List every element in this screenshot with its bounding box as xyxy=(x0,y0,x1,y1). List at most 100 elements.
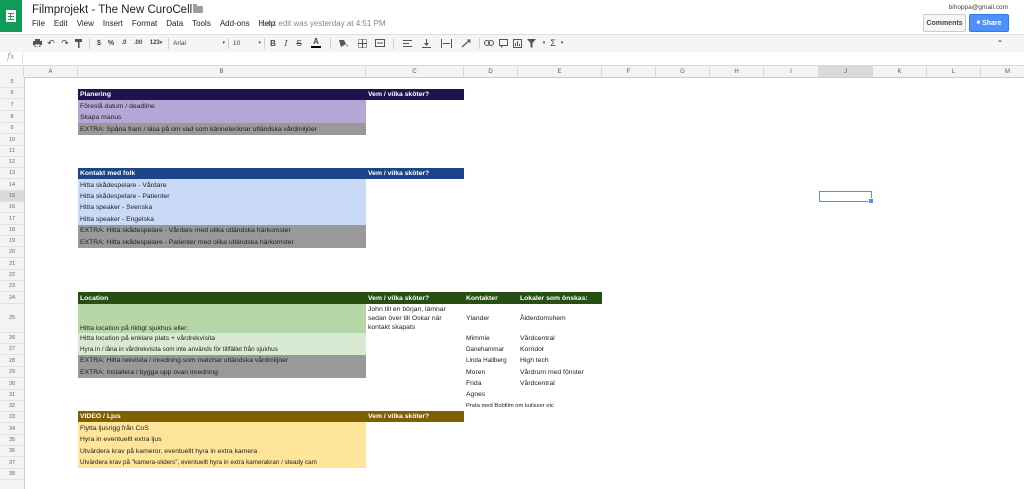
planering-item[interactable]: Föreslå datum / deadline xyxy=(78,100,366,112)
select-all-corner[interactable] xyxy=(0,66,24,77)
font-size-select[interactable]: 10 ▾ xyxy=(233,37,261,49)
row-header[interactable]: 27 xyxy=(0,344,24,355)
menu-view[interactable]: View xyxy=(77,19,94,28)
insert-link-icon[interactable] xyxy=(483,37,495,49)
column-header-h[interactable]: H xyxy=(710,66,764,77)
menu-tools[interactable]: Tools xyxy=(192,19,211,28)
kontakt-who-header[interactable]: Vem / vilka sköter? xyxy=(366,168,464,179)
column-header-m[interactable]: M xyxy=(981,66,1024,77)
row-header[interactable]: 36 xyxy=(0,446,24,457)
location-extra-item[interactable]: EXTRA: Hitta rekvisita / inredning som m… xyxy=(78,355,366,366)
row-header[interactable]: 19 xyxy=(0,236,24,247)
kontakt-item[interactable]: Hitta speaker - Engelska xyxy=(78,213,366,225)
location-contacts-header[interactable]: Kontakter xyxy=(464,292,518,304)
font-family-select[interactable]: Arial ▾ xyxy=(173,37,225,49)
row-header[interactable]: 17 xyxy=(0,213,24,225)
row-header[interactable]: 16 xyxy=(0,202,24,213)
fill-handle[interactable] xyxy=(868,198,874,204)
video-item[interactable]: Utvärdera krav på "kamera-sliders", even… xyxy=(78,457,366,468)
column-header-j[interactable]: J xyxy=(819,66,873,77)
kontakt-header[interactable]: Kontakt med folk xyxy=(78,168,366,179)
chevron-down-icon[interactable]: ▾ xyxy=(558,37,566,49)
increase-decimals-button[interactable]: .00 xyxy=(131,37,145,49)
contact-name[interactable]: Mimmie xyxy=(464,333,518,344)
user-email[interactable]: bihoppa@gmail.com xyxy=(949,4,1008,11)
row-header[interactable]: 24 xyxy=(0,292,24,304)
filter-icon[interactable] xyxy=(525,37,537,49)
row-header[interactable]: 32 xyxy=(0,401,24,412)
video-item[interactable]: Hyra in eventuellt extra ljus xyxy=(78,434,366,445)
horizontal-align-icon[interactable] xyxy=(399,37,415,49)
menu-format[interactable]: Format xyxy=(132,19,157,28)
row-header[interactable]: 26 xyxy=(0,333,24,344)
kontakt-item[interactable]: Hitta skådespelare - Patienter xyxy=(78,191,366,202)
contact-name[interactable]: Linda Hallberg xyxy=(464,355,518,366)
menu-edit[interactable]: Edit xyxy=(54,19,68,28)
bold-button[interactable]: B xyxy=(268,37,278,49)
location-who-note[interactable]: John till en början, lämnar sedan över t… xyxy=(368,305,464,332)
decrease-decimals-button[interactable]: .0 xyxy=(118,37,130,49)
text-color-button[interactable]: A xyxy=(308,37,324,49)
row-header[interactable]: 23 xyxy=(0,281,24,292)
contact-name[interactable]: Ylander xyxy=(464,313,518,324)
vertical-align-icon[interactable] xyxy=(418,37,434,49)
row-header[interactable]: 6 xyxy=(0,88,24,99)
row-header[interactable]: 18 xyxy=(0,225,24,236)
contact-note[interactable]: Prata med Bobfilm om kulisser etc xyxy=(464,400,554,411)
row-header[interactable]: 9 xyxy=(0,123,24,134)
column-header-c[interactable]: C xyxy=(366,66,464,77)
last-edit-status[interactable]: Last edit was yesterday at 4:51 PM xyxy=(261,19,386,28)
contact-name[interactable]: Agnes xyxy=(464,389,518,400)
column-header-d[interactable]: D xyxy=(464,66,518,77)
fill-color-icon[interactable] xyxy=(335,37,351,49)
location-venues-header[interactable]: Lokaler som önskas: xyxy=(518,292,602,304)
location-item[interactable]: Hyra in / låna in vårdrekvisita som inte… xyxy=(78,344,366,355)
menu-addons[interactable]: Add-ons xyxy=(220,19,250,28)
video-header[interactable]: VIDEO / Ljus xyxy=(78,411,366,422)
row-header[interactable]: 10 xyxy=(0,134,24,146)
venue-name[interactable]: Vårdcentral xyxy=(518,333,602,344)
planering-item[interactable]: Skapa manus xyxy=(78,112,366,123)
undo-icon[interactable]: ↶ xyxy=(45,37,57,49)
video-item[interactable]: Utvärdera krav på kameror, eventuellt hy… xyxy=(78,445,366,457)
merge-cells-icon[interactable] xyxy=(373,37,387,49)
strikethrough-button[interactable]: S xyxy=(294,37,304,49)
column-header-i[interactable]: I xyxy=(764,66,819,77)
contact-name[interactable]: Frida xyxy=(464,378,518,389)
text-rotation-icon[interactable] xyxy=(458,37,474,49)
row-header[interactable]: 14 xyxy=(0,179,24,191)
collapse-menus-icon[interactable]: ⌃ xyxy=(994,37,1006,49)
column-header-b[interactable]: B xyxy=(78,66,366,77)
planering-who-header[interactable]: Vem / vilka sköter? xyxy=(366,89,464,100)
video-who-header[interactable]: Vem / vilka sköter? xyxy=(366,411,464,422)
row-header[interactable]: 20 xyxy=(0,247,24,258)
sheets-logo-icon[interactable] xyxy=(0,0,22,32)
italic-button[interactable]: I xyxy=(281,37,291,49)
location-item[interactable]: Hitta location på riktigt sjukhus eller: xyxy=(78,304,366,333)
column-header-e[interactable]: E xyxy=(518,66,602,77)
row-header[interactable]: 22 xyxy=(0,270,24,281)
kontakt-extra-item[interactable]: EXTRA: Hitta skådespelare - Patienter me… xyxy=(78,236,366,248)
row-header[interactable]: 21 xyxy=(0,258,24,270)
kontakt-extra-item[interactable]: EXTRA: Hitta skådespelare - Vårdare med … xyxy=(78,225,366,236)
venue-name[interactable]: High tech xyxy=(518,355,602,366)
insert-chart-icon[interactable] xyxy=(511,37,523,49)
location-extra-item[interactable]: EXTRA: Installera / bygga upp ovan inred… xyxy=(78,366,366,378)
column-header-f[interactable]: F xyxy=(602,66,656,77)
row-header[interactable]: 30 xyxy=(0,378,24,390)
borders-icon[interactable] xyxy=(354,37,370,49)
row-header[interactable]: 35 xyxy=(0,435,24,446)
row-header[interactable]: 29 xyxy=(0,367,24,378)
menu-insert[interactable]: Insert xyxy=(103,19,123,28)
row-header[interactable]: 7 xyxy=(0,99,24,111)
contact-name[interactable]: Moren xyxy=(464,366,518,378)
row-header[interactable]: 8 xyxy=(0,111,24,123)
video-item[interactable]: Flytta ljusrigg från CoS xyxy=(78,422,366,434)
menu-file[interactable]: File xyxy=(32,19,45,28)
row-header[interactable]: 5 xyxy=(0,77,24,88)
insert-comment-icon[interactable] xyxy=(497,37,509,49)
row-header[interactable]: 12 xyxy=(0,157,24,168)
row-header[interactable]: 15 xyxy=(0,191,24,202)
paint-format-icon[interactable] xyxy=(73,37,85,49)
share-button[interactable]: ■ Share xyxy=(969,14,1009,32)
